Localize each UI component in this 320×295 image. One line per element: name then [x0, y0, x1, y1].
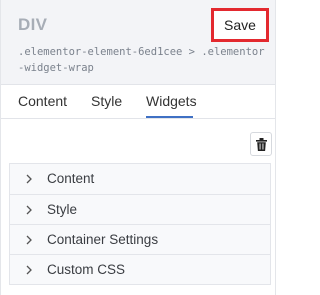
- tab-style[interactable]: Style: [91, 93, 122, 109]
- section-label: Style: [47, 202, 78, 217]
- section-label: Custom CSS: [47, 262, 126, 277]
- trash-icon: [255, 137, 267, 151]
- element-panel: DIV Save .elementor-element-6ed1cee > .e…: [0, 0, 276, 295]
- section-custom-css[interactable]: Custom CSS: [10, 254, 270, 284]
- delete-button[interactable]: [250, 132, 272, 156]
- element-title: DIV: [18, 15, 48, 34]
- section-content[interactable]: Content: [10, 164, 270, 194]
- tab-content[interactable]: Content: [18, 93, 67, 109]
- element-selector: .elementor-element-6ed1cee > .elementor-…: [18, 46, 265, 74]
- section-style[interactable]: Style: [10, 194, 270, 224]
- save-button[interactable]: Save: [211, 8, 269, 42]
- chevron-right-icon: [26, 265, 32, 275]
- active-tab-indicator: [146, 116, 193, 118]
- section-label: Container Settings: [47, 232, 159, 247]
- panel-tabs: Content Style Widgets: [1, 85, 275, 119]
- panel-header: DIV Save .elementor-element-6ed1cee > .e…: [1, 0, 275, 85]
- settings-sections: Content Style Container Settings Custom …: [9, 163, 271, 285]
- section-container-settings[interactable]: Container Settings: [10, 224, 270, 254]
- chevron-right-icon: [26, 174, 32, 184]
- chevron-right-icon: [26, 205, 32, 215]
- section-label: Content: [47, 171, 95, 186]
- panel-body: Content Style Container Settings Custom …: [1, 119, 275, 295]
- tab-widgets[interactable]: Widgets: [146, 93, 197, 109]
- chevron-right-icon: [26, 235, 32, 245]
